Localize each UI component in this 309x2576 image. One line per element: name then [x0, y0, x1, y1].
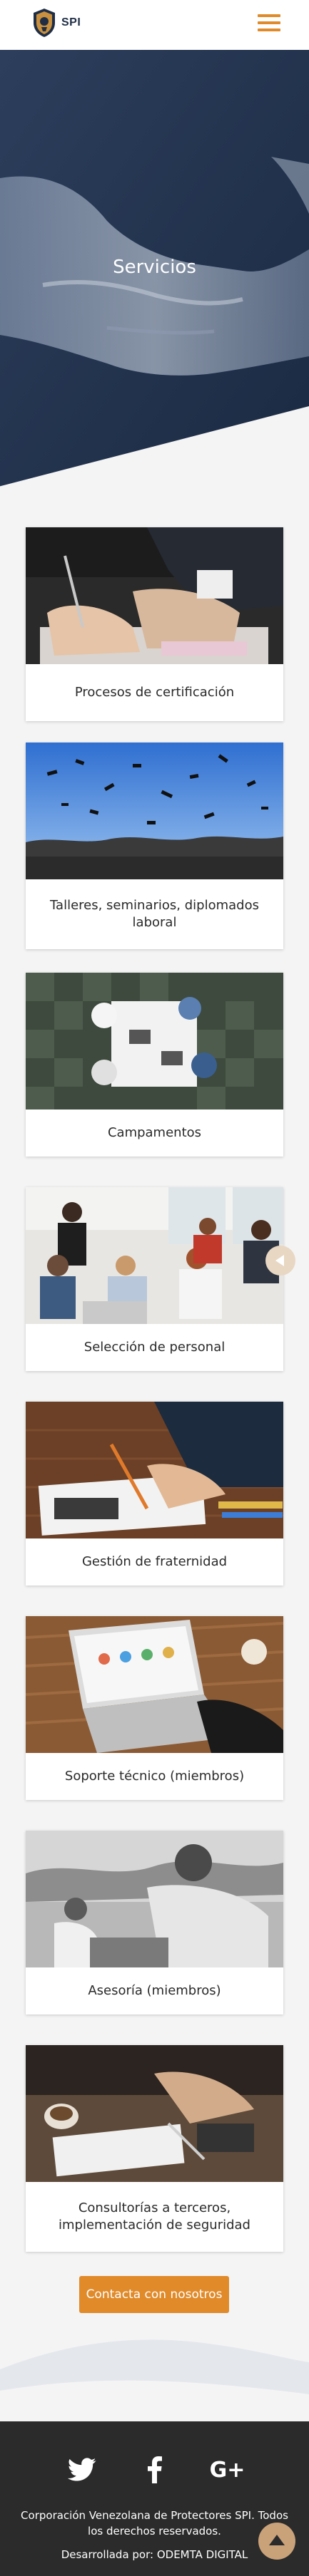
site-logo[interactable]: SPI [31, 7, 81, 38]
service-card-asesoria[interactable]: Asesoría (miembros) [26, 1831, 283, 2014]
shield-logo-icon [34, 9, 55, 37]
hamburger-menu-icon[interactable] [258, 14, 280, 34]
service-card-label: Asesoría (miembros) [88, 1982, 221, 1998]
wave-separator [0, 2339, 309, 2421]
hero-banner: Servicios [0, 50, 309, 492]
desk-work-image [26, 1402, 283, 1538]
service-card-seleccion[interactable]: Selección de personal [26, 1187, 283, 1371]
site-header: SPI [0, 0, 309, 50]
service-card-label: Consultorías a terceros, implementación … [59, 2200, 250, 2233]
signing-documents-image [26, 527, 283, 664]
laptop-work-image [26, 1616, 283, 1753]
service-card-label: Talleres, seminarios, diplomados laboral [50, 897, 259, 930]
google-plus-icon[interactable]: G+ [209, 2456, 245, 2484]
twitter-icon[interactable] [66, 2456, 98, 2484]
hero-title: Servicios [113, 257, 196, 278]
copyright-text: Corporación Venezolana de Protectores SP… [21, 2509, 288, 2538]
service-card-label: Soporte técnico (miembros) [64, 1768, 245, 1784]
service-card-soporte[interactable]: Soporte técnico (miembros) [26, 1616, 283, 1800]
contact-us-button[interactable]: Contacta con nosotros [79, 2276, 229, 2313]
service-card-campamentos[interactable]: Campamentos [26, 973, 283, 1157]
logo-text: SPI [61, 16, 81, 29]
service-card-label: Gestión de fraternidad [81, 1553, 228, 1569]
carousel-prev-button[interactable] [265, 1246, 295, 1276]
service-card-talleres[interactable]: Talleres, seminarios, diplomados laboral [26, 743, 283, 949]
graduation-caps-image [26, 743, 283, 879]
scroll-to-top-button[interactable] [258, 2523, 295, 2560]
service-card-certificacion[interactable]: Procesos de certificación [26, 527, 283, 721]
consulting-desk-image [26, 2045, 283, 2182]
service-card-label: Campamentos [107, 1124, 202, 1140]
triangle-up-icon [269, 2534, 285, 2545]
facebook-icon[interactable] [139, 2456, 171, 2484]
google-plus-label: G+ [209, 2457, 245, 2483]
triangle-left-icon [275, 1255, 284, 1266]
team-meeting-image [26, 973, 283, 1109]
office-team-image [26, 1187, 283, 1324]
service-card-consultorias[interactable]: Consultorías a terceros, implementación … [26, 2045, 283, 2252]
service-card-fraternidad[interactable]: Gestión de fraternidad [26, 1402, 283, 1586]
social-links: G+ [0, 2456, 309, 2484]
service-card-label: Procesos de certificación [74, 684, 235, 700]
mentoring-bw-image [26, 1831, 283, 1967]
service-card-label: Selección de personal [83, 1339, 226, 1355]
